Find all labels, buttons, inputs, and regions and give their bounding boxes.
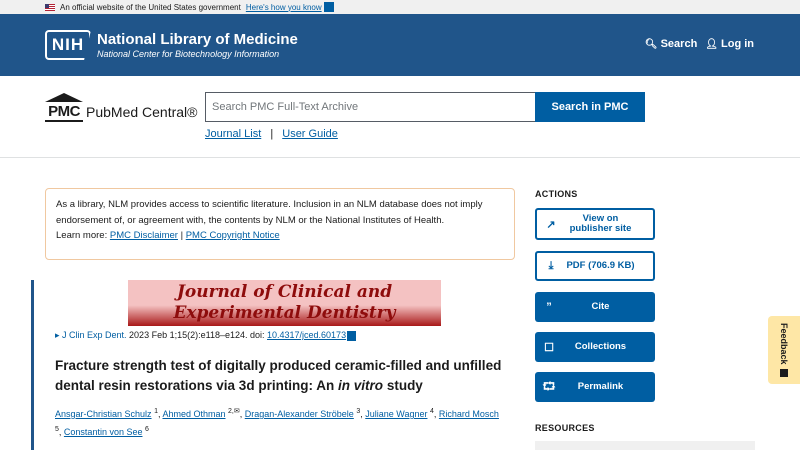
journal-banner-line2: Experimental Dentistry <box>173 303 396 323</box>
pmc-copyright-link[interactable]: PMC Copyright Notice <box>186 230 280 241</box>
journal-banner-line1: Journal of Clinical and <box>176 282 393 302</box>
author-affiliation[interactable]: 2,✉ <box>228 408 240 415</box>
action-label: Collections <box>574 341 627 352</box>
ncbi-subtitle: National Center for Biotechnology Inform… <box>97 48 280 59</box>
nlm-disclaimer: As a library, NLM provides access to sci… <box>45 188 515 260</box>
resources-heading: RESOURCES <box>535 423 595 433</box>
share-icon: ⮔ <box>542 380 556 393</box>
action-label: PDF (706.9 KB) <box>566 260 635 271</box>
user-guide-link[interactable]: User Guide <box>282 128 338 140</box>
citation-details: 2023 Feb 1;15(2):e118–e124. doi: <box>126 330 267 340</box>
author-affiliation[interactable]: 5 <box>55 426 59 433</box>
heres-how-you-know-link[interactable]: Here's how you know <box>246 3 322 12</box>
gov-banner-text: An official website of the United States… <box>60 2 241 12</box>
journal-list-link[interactable]: Journal List <box>205 128 261 140</box>
resources-panel[interactable] <box>535 441 755 450</box>
header-search-label: Search <box>660 38 698 50</box>
author-link[interactable]: Richard Mosch <box>439 409 499 419</box>
nih-header: NIH National Library of Medicine Nationa… <box>0 14 800 76</box>
feedback-label: Feedback <box>779 323 789 365</box>
disclaimer-separator: | <box>180 230 184 241</box>
us-flag-icon <box>45 3 55 11</box>
download-icon: ⤓ <box>548 259 554 272</box>
header-search-button[interactable]: 🔍︎ Search <box>645 38 697 50</box>
bookmark-icon: ☐ <box>544 341 554 354</box>
pmc-logo-name: PubMed Central® <box>86 104 198 120</box>
author-affiliation[interactable]: 4 <box>430 408 434 415</box>
search-in-pmc-button[interactable]: Search in PMC <box>535 92 645 122</box>
action-label: View on publisher site <box>569 213 632 234</box>
journal-banner-image: Journal of Clinical and Experimental Den… <box>128 280 441 326</box>
author-link[interactable]: Ansgar-Christian Schulz <box>55 409 152 419</box>
author-link[interactable]: Dragan-Alexander Ströbele <box>245 409 354 419</box>
author-affiliation[interactable]: 3 <box>356 408 360 415</box>
action-label: Permalink <box>577 381 624 392</box>
disclaimer-text: As a library, NLM provides access to sci… <box>56 199 483 226</box>
quote-icon: ” <box>546 301 552 313</box>
pmc-disclaimer-link[interactable]: PMC Disclaimer <box>110 230 178 241</box>
gov-banner: An official website of the United States… <box>0 0 800 14</box>
header-login-label: Log in <box>721 38 754 50</box>
learn-more-label: Learn more: <box>56 230 108 241</box>
article-citation: ▸ J Clin Exp Dent. 2023 Feb 1;15(2):e118… <box>55 330 357 341</box>
nlm-logo[interactable]: NIH National Library of Medicine Nationa… <box>45 30 298 60</box>
pmc-search-input[interactable] <box>205 92 536 122</box>
nlm-title: National Library of Medicine <box>97 30 298 48</box>
pmc-nav-links: Journal List | User Guide <box>205 128 338 140</box>
author-link[interactable]: Juliane Wagner <box>365 409 427 419</box>
nih-badge: NIH <box>45 30 91 60</box>
collections-button[interactable]: ☐ Collections <box>535 332 655 362</box>
author-affiliation[interactable]: 1 <box>154 408 158 415</box>
header-login-button[interactable]: 👤︎ Log in <box>705 38 754 50</box>
author-link[interactable]: Constantin von See <box>64 427 143 437</box>
search-icon: 🔍︎ <box>644 38 658 50</box>
view-on-publisher-button[interactable]: ↗ View on publisher site <box>535 208 655 240</box>
journal-link[interactable]: ▸ J Clin Exp Dent. <box>55 330 127 340</box>
feedback-icon <box>780 368 788 377</box>
doi-copy-icon[interactable] <box>347 330 357 341</box>
pmc-building-icon: PMC <box>45 93 83 123</box>
author-link[interactable]: Ahmed Othman <box>162 409 225 419</box>
doi-link[interactable]: 10.4317/jced.60173 <box>267 330 346 340</box>
cite-button[interactable]: ” Cite <box>535 292 655 322</box>
action-label: Cite <box>591 301 610 312</box>
actions-heading: ACTIONS <box>535 189 578 199</box>
author-list: Ansgar-Christian Schulz 1, Ahmed Othman … <box>55 408 499 437</box>
pmc-header: PMC PubMed Central® Search in PMC Journa… <box>0 76 800 158</box>
author-affiliation[interactable]: 6 <box>145 426 149 433</box>
article-accent-bar <box>31 280 34 450</box>
user-icon: 👤︎ <box>705 38 718 50</box>
pdf-download-button[interactable]: ⤓ PDF (706.9 KB) <box>535 251 655 281</box>
permalink-button[interactable]: ⮔ Permalink <box>535 372 655 402</box>
feedback-tab[interactable]: Feedback <box>768 316 800 384</box>
expand-toggle-icon[interactable] <box>323 2 334 12</box>
article-title: Fracture strength test of digitally prod… <box>55 358 502 393</box>
pmc-logo[interactable]: PMC PubMed Central® <box>45 93 197 123</box>
link-separator: | <box>270 128 274 140</box>
external-link-icon: ↗ <box>546 218 556 231</box>
